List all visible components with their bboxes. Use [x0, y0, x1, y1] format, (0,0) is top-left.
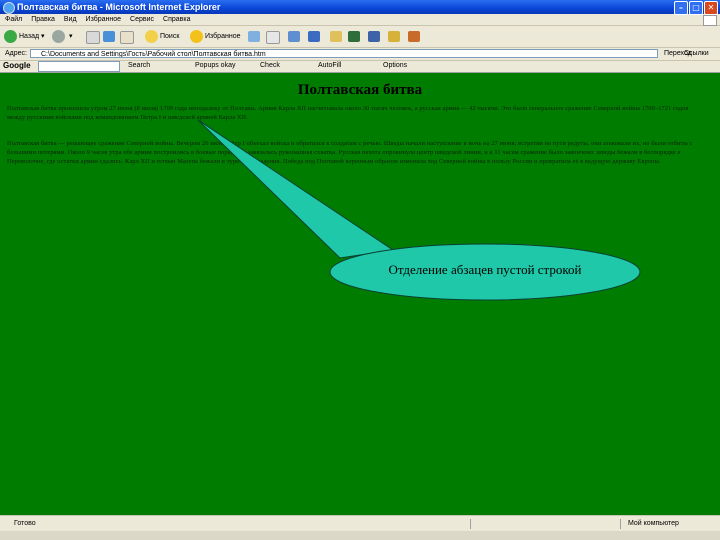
favorites-star-icon — [190, 29, 203, 43]
favorites-label: Избранное — [205, 33, 241, 40]
media-icon[interactable] — [248, 31, 260, 42]
menu-edit[interactable]: Правка — [31, 14, 55, 25]
print-icon[interactable] — [288, 31, 300, 42]
home-icon[interactable] — [120, 31, 134, 44]
forward-button[interactable]: ▾ — [52, 29, 72, 44]
popup-blocker-status[interactable]: Popups okay — [195, 60, 235, 72]
search-label: Поиск — [160, 33, 180, 40]
minimize-button[interactable]: – — [674, 1, 688, 15]
options-button[interactable]: Options — [383, 60, 407, 72]
address-input[interactable]: C:\Documents and Settings\Гость\Рабочий … — [30, 49, 658, 58]
window-controls: – □ ✕ — [674, 1, 718, 15]
menu-tools[interactable]: Сервис — [130, 14, 154, 25]
menu-bar: Файл Правка Вид Избранное Сервис Справка — [0, 14, 720, 26]
messenger-icon[interactable] — [348, 31, 360, 42]
search-icon — [145, 29, 158, 43]
google-search-button[interactable]: Search — [128, 60, 150, 72]
menu-view[interactable]: Вид — [64, 14, 77, 25]
forward-arrow-icon — [52, 29, 65, 43]
callout-bubble — [197, 119, 641, 301]
callout-text: Отделение абзацев пустой строкой — [388, 262, 582, 277]
edit-word-icon[interactable] — [308, 31, 320, 42]
taskbar-strip — [0, 531, 720, 540]
mail-icon[interactable] — [266, 31, 280, 44]
favorites-button[interactable]: Избранное — [190, 29, 240, 44]
google-search-input[interactable] — [38, 61, 120, 72]
page-content: Полтавская битва Полтавская битва произо… — [0, 73, 720, 515]
links-button[interactable]: Ссылки — [684, 48, 709, 60]
back-button[interactable]: Назад ▾ — [4, 29, 45, 44]
search-button[interactable]: Поиск — [145, 29, 179, 44]
status-divider — [620, 519, 621, 529]
menu-file[interactable]: Файл — [5, 14, 22, 25]
window-title: Полтавская битва - Microsoft Internet Ex… — [17, 2, 221, 12]
status-bar: Готово Мой компьютер — [0, 515, 720, 532]
back-arrow-icon — [4, 29, 17, 43]
title-bar: Полтавская битва - Microsoft Internet Ex… — [0, 0, 720, 15]
menu-favorites[interactable]: Избранное — [86, 14, 121, 25]
research-icon[interactable] — [368, 31, 380, 42]
tools-icon[interactable] — [388, 31, 400, 42]
maximize-button[interactable]: □ — [689, 1, 703, 15]
google-toolbar: Google Search Popups okay Check AutoFill… — [0, 60, 720, 73]
security-zone: Мой компьютер — [628, 520, 679, 527]
menu-help[interactable]: Справка — [163, 14, 190, 25]
autofill-button[interactable]: AutoFill — [318, 60, 341, 72]
callout-pointer — [197, 119, 395, 259]
refresh-icon[interactable] — [103, 31, 115, 42]
close-button[interactable]: ✕ — [704, 1, 718, 15]
address-label: Адрес: — [5, 50, 27, 57]
ie-logo-icon — [3, 2, 15, 14]
folder-icon[interactable] — [330, 31, 342, 42]
status-ready: Готово — [14, 520, 36, 527]
spellcheck-button[interactable]: Check — [260, 60, 280, 72]
status-divider — [470, 519, 471, 529]
standard-toolbar: Назад ▾ ▾ Поиск Избранное — [0, 26, 720, 48]
windows-flag-icon — [703, 15, 717, 26]
plugin-icon[interactable] — [408, 31, 420, 42]
stop-icon[interactable] — [86, 31, 100, 44]
google-logo[interactable]: Google — [3, 60, 31, 72]
back-label: Назад — [19, 33, 40, 40]
